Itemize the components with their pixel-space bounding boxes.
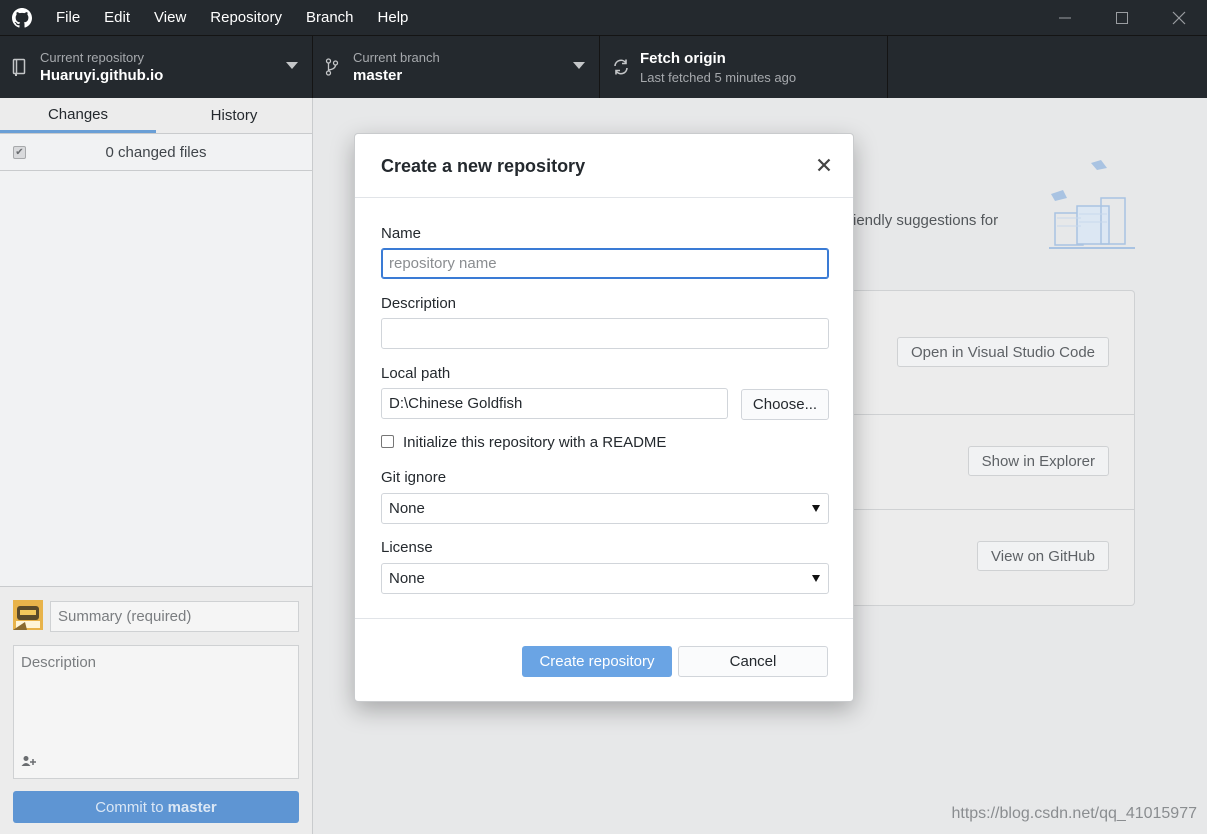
gitignore-select[interactable]: None	[381, 493, 829, 524]
dialog-title: Create a new repository	[381, 156, 586, 176]
dropdown-arrow-icon	[812, 505, 820, 512]
github-octocat-icon[interactable]	[0, 0, 44, 35]
gitignore-value: None	[389, 500, 425, 517]
menu-branch[interactable]: Branch	[294, 0, 366, 35]
commit-prefix: Commit to	[95, 798, 164, 816]
choose-path-button[interactable]: Choose...	[741, 389, 829, 420]
boxes-illustration-icon	[1043, 158, 1139, 261]
chevron-down-icon	[573, 62, 585, 69]
dialog-footer: Create repository Cancel	[355, 618, 853, 702]
view-on-github-button[interactable]: View on GitHub	[977, 541, 1109, 571]
menu-edit[interactable]: Edit	[92, 0, 142, 35]
suggested-actions: Open in Visual Studio Code Show in Explo…	[853, 290, 1135, 606]
branch-name: master	[353, 66, 403, 84]
description-label: Description	[381, 295, 457, 312]
action-row-editor: Open in Visual Studio Code	[853, 291, 1134, 415]
create-repository-button[interactable]: Create repository	[522, 646, 672, 677]
title-bar: File Edit View Repository Branch Help	[0, 0, 1207, 35]
local-path-input[interactable]	[381, 388, 728, 419]
license-label: License	[381, 539, 433, 556]
maximize-icon[interactable]	[1093, 0, 1150, 35]
repo-name: Huaruyi.github.io	[40, 66, 164, 84]
minimize-icon[interactable]	[1036, 0, 1093, 35]
sidebar: Changes History ✔ 0 changed files Summar…	[0, 98, 313, 834]
menu-view[interactable]: View	[142, 0, 198, 35]
branch-label: Current branch	[353, 49, 440, 65]
commit-description-input[interactable]: Description	[13, 645, 299, 779]
repo-icon	[12, 58, 40, 76]
sidebar-tabs: Changes History	[0, 98, 312, 134]
changed-files-count: 0 changed files	[105, 143, 207, 161]
open-in-vscode-button[interactable]: Open in Visual Studio Code	[896, 337, 1109, 367]
add-coauthor-icon[interactable]	[21, 754, 37, 770]
close-icon[interactable]	[813, 154, 835, 176]
name-label: Name	[381, 225, 422, 242]
current-branch-button[interactable]: Current branch master	[313, 36, 600, 98]
toolbar: Current repository Huaruyi.github.io Cur…	[0, 35, 1207, 98]
commit-branch: master	[167, 798, 217, 816]
readme-checkbox[interactable]	[381, 435, 394, 448]
close-icon[interactable]	[1150, 0, 1207, 35]
menu-help[interactable]: Help	[366, 0, 421, 35]
dropdown-arrow-icon	[812, 575, 820, 582]
chevron-down-icon	[286, 62, 298, 69]
branch-icon	[325, 58, 353, 76]
readme-label: Initialize this repository with a README	[403, 434, 667, 451]
menu-file[interactable]: File	[44, 0, 92, 35]
show-in-explorer-button[interactable]: Show in Explorer	[967, 446, 1109, 476]
changes-header: ✔ 0 changed files	[0, 134, 312, 171]
tab-changes[interactable]: Changes	[0, 98, 156, 133]
select-all-checkbox[interactable]: ✔	[13, 146, 26, 159]
description-placeholder: Description	[21, 654, 97, 671]
repo-label: Current repository	[40, 49, 145, 65]
repository-description-input[interactable]	[381, 318, 829, 349]
current-repository-button[interactable]: Current repository Huaruyi.github.io	[0, 36, 313, 98]
cancel-button[interactable]: Cancel	[678, 646, 828, 677]
gitignore-label: Git ignore	[381, 469, 447, 486]
watermark: https://blog.csdn.net/qq_41015977	[951, 805, 1197, 822]
commit-button[interactable]: Commit to master	[13, 791, 299, 823]
suggestions-text: iendly suggestions for	[853, 212, 999, 229]
action-row-explorer: Show in Explorer	[853, 415, 1134, 510]
menu-bar: File Edit View Repository Branch Help	[44, 0, 420, 35]
fetch-subtitle: Last fetched 5 minutes ago	[640, 69, 797, 85]
local-path-label: Local path	[381, 365, 451, 382]
menu-repository[interactable]: Repository	[198, 0, 294, 35]
commit-area: Summary (required) Description Commit to…	[0, 586, 312, 834]
dialog-header: Create a new repository	[355, 134, 853, 198]
sync-icon	[612, 58, 640, 76]
avatar	[13, 600, 43, 630]
license-select[interactable]: None	[381, 563, 829, 594]
repository-name-input[interactable]	[381, 248, 829, 279]
action-row-github: View on GitHub	[853, 510, 1134, 605]
window-controls	[1036, 0, 1207, 35]
create-repository-dialog: Create a new repository Name Description…	[354, 133, 854, 702]
license-value: None	[389, 570, 425, 587]
fetch-origin-button[interactable]: Fetch origin Last fetched 5 minutes ago	[600, 36, 888, 98]
commit-summary-input[interactable]: Summary (required)	[50, 601, 299, 632]
tab-history[interactable]: History	[156, 98, 312, 133]
fetch-title: Fetch origin	[640, 49, 726, 67]
